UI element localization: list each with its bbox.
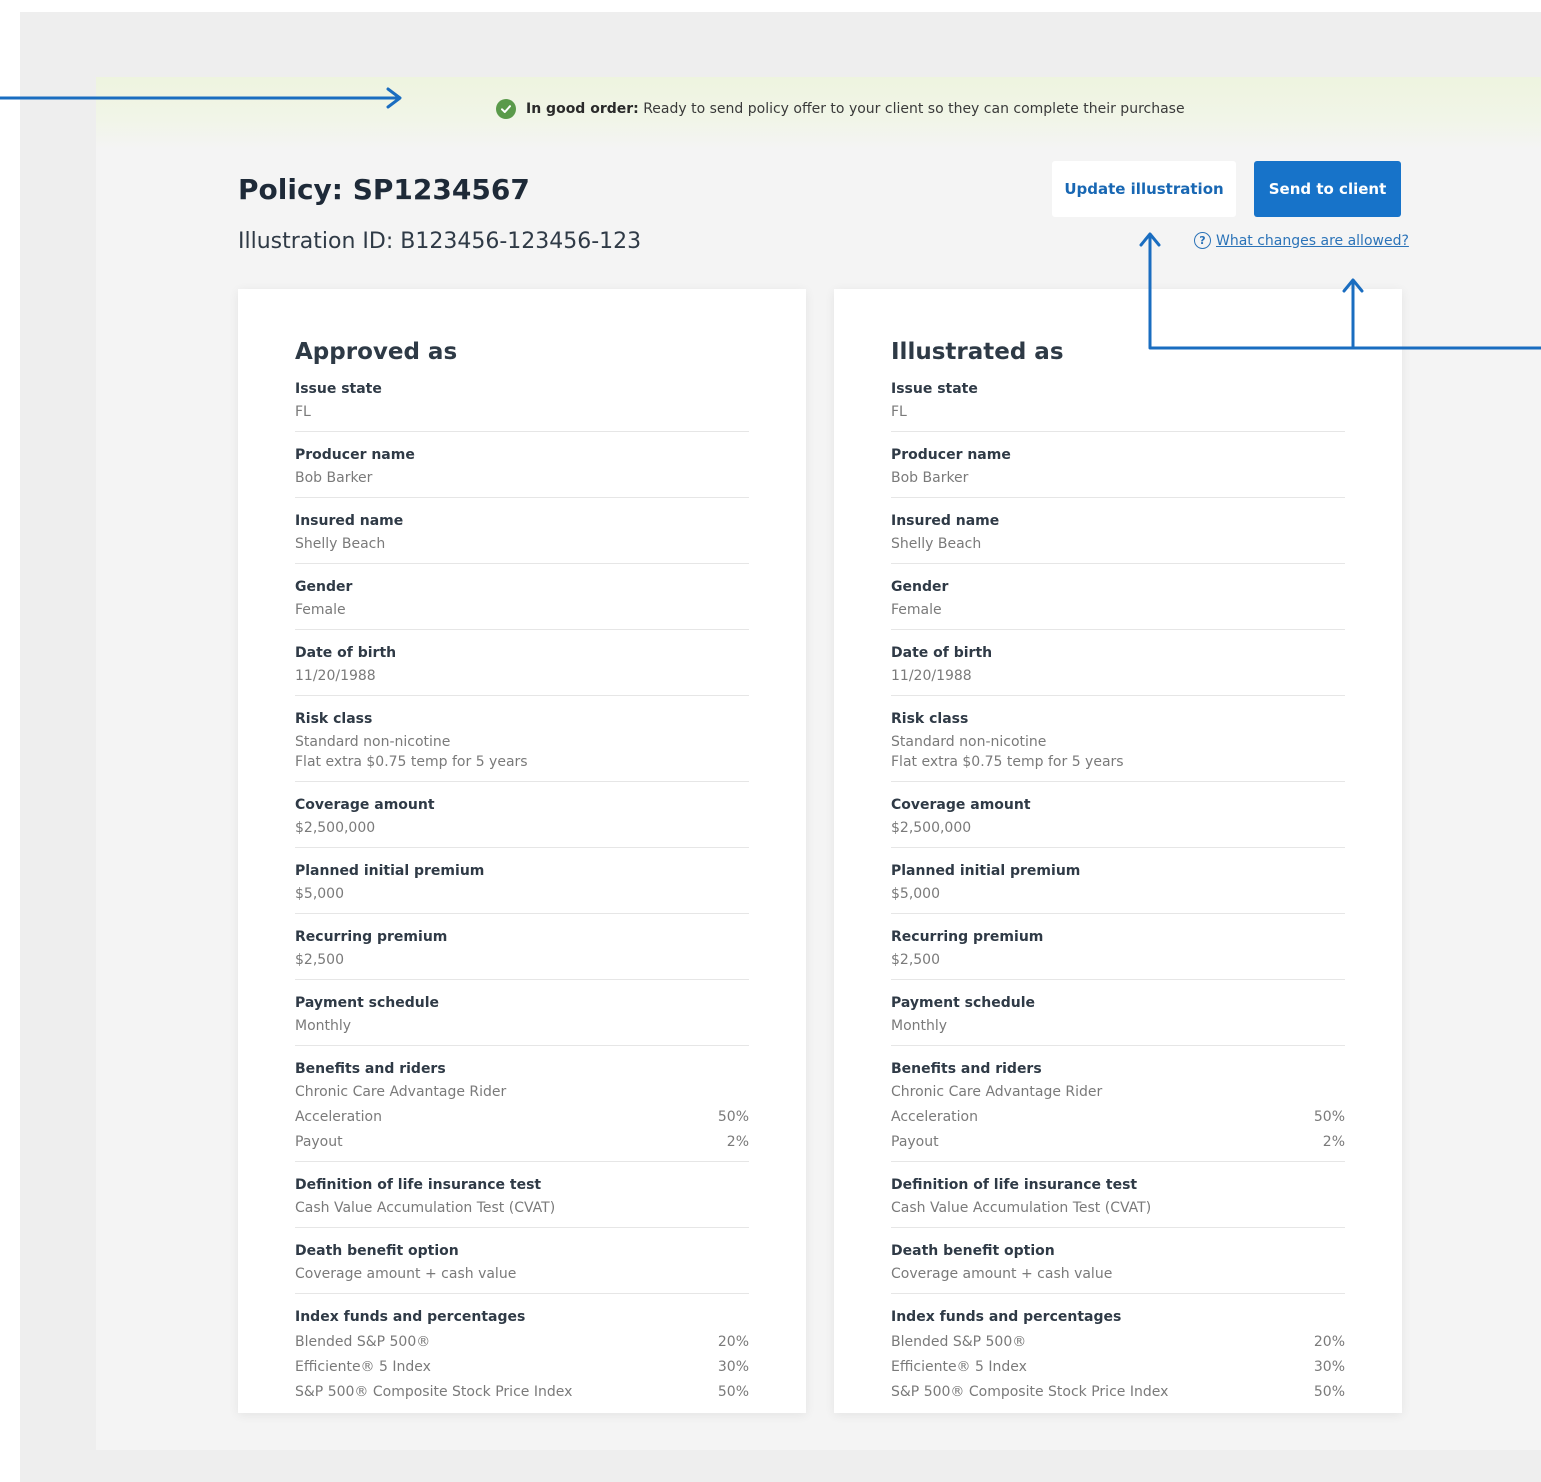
annotation-arrow-banner <box>0 87 402 109</box>
annotation-arrows <box>0 87 1541 350</box>
annotation-arrow-buttons <box>1139 232 1541 350</box>
